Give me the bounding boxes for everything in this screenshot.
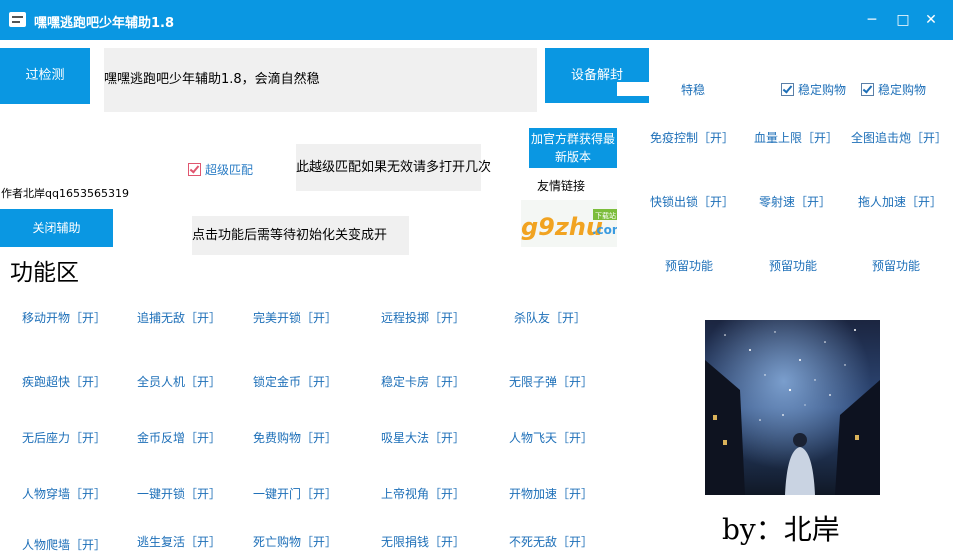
join-group-line2: 新版本	[554, 150, 591, 164]
stable-buy-checkbox-2[interactable]: 稳定购物	[861, 81, 926, 98]
stable-buy-checkbox-1[interactable]: 稳定购物	[781, 81, 846, 98]
feature-item[interactable]: 无限子弹［开］	[509, 373, 593, 390]
starry-sky-image	[705, 320, 880, 495]
close-assist-button[interactable]: 关闭辅助	[0, 209, 113, 247]
feature-item[interactable]: 移动开物［开］	[22, 309, 106, 326]
feature-item[interactable]: 全员人机［开］	[137, 373, 221, 390]
feature-fast-lock[interactable]: 快锁出锁［开］	[650, 193, 734, 210]
overlay-patch	[617, 82, 651, 96]
svg-text:.com: .com	[592, 223, 617, 237]
wait-hint-box: 点击功能后需等待初始化关变成开	[192, 216, 409, 255]
svg-text:g9zhu: g9zhu	[521, 213, 603, 241]
feature-item[interactable]: 逃生复活［开］	[137, 533, 221, 550]
feature-item[interactable]: 人物爬墙［开］	[22, 536, 106, 553]
feature-reserved-2[interactable]: 预留功能	[769, 257, 817, 274]
join-group-button[interactable]: 加官方群获得最 新版本	[529, 128, 617, 168]
window-title: 嘿嘿逃跑吧少年辅助1.8	[34, 16, 175, 31]
feature-item[interactable]: 上帝视角［开］	[381, 485, 465, 502]
super-match-hint-box: 此越级匹配如果无效请多打开几次	[296, 144, 491, 191]
super-match-label: 超级匹配	[205, 163, 254, 177]
feature-item[interactable]: 人物穿墙［开］	[22, 485, 106, 502]
author-label: 作者北岸qq1653565319	[1, 187, 129, 200]
feature-item[interactable]: 稳定卡房［开］	[381, 373, 465, 390]
section-title: 功能区	[10, 260, 79, 286]
detect-button[interactable]: 过检测	[0, 48, 90, 104]
feature-item[interactable]: 一键开门［开］	[253, 485, 337, 502]
feature-chase-cannon[interactable]: 全图追击炮［开］	[851, 129, 947, 146]
feature-item[interactable]: 吸星大法［开］	[381, 429, 465, 446]
title-bar: 嘿嘿逃跑吧少年辅助1.8 ─ □ ✕	[0, 0, 953, 40]
app-icon	[9, 12, 26, 27]
feature-item[interactable]: 无后座力［开］	[22, 429, 106, 446]
join-group-line1: 加官方群获得最	[530, 132, 615, 146]
feature-zero-fire-rate[interactable]: 零射速［开］	[759, 193, 831, 210]
stable-buy-label-1: 稳定购物	[798, 83, 847, 97]
maximize-button[interactable]: □	[893, 10, 913, 30]
checkbox-check-icon	[861, 83, 874, 96]
banner-text-box: 嘿嘿逃跑吧少年辅助1.8，会滴自然稳	[104, 48, 537, 112]
feature-hp-limit[interactable]: 血量上限［开］	[754, 129, 838, 146]
minimize-button[interactable]: ─	[862, 10, 882, 30]
feature-drag-speed[interactable]: 拖人加速［开］	[858, 193, 942, 210]
feature-item[interactable]: 追捕无敌［开］	[137, 309, 221, 326]
feature-item[interactable]: 金币反增［开］	[137, 429, 221, 446]
g9zhu-logo[interactable]: g9zhu .com 下载站	[521, 200, 617, 247]
starry-sky-illustration	[705, 320, 880, 495]
feature-item[interactable]: 无限捐钱［开］	[381, 533, 465, 550]
feature-item[interactable]: 开物加速［开］	[509, 485, 593, 502]
feature-item[interactable]: 人物飞天［开］	[509, 429, 593, 446]
feature-item[interactable]: 一键开锁［开］	[137, 485, 221, 502]
friend-links-label: 友情链接	[537, 179, 586, 193]
stable-label: 特稳	[681, 83, 706, 97]
g9zhu-logo-graphic: g9zhu .com 下载站	[521, 209, 617, 241]
signature: by：北岸	[722, 513, 840, 546]
stable-buy-label-2: 稳定购物	[878, 83, 927, 97]
close-window-button[interactable]: ✕	[921, 10, 941, 30]
feature-item[interactable]: 完美开锁［开］	[253, 309, 337, 326]
feature-item[interactable]: 杀队友［开］	[514, 309, 586, 326]
feature-item[interactable]: 远程投掷［开］	[381, 309, 465, 326]
svg-text:下载站: 下载站	[595, 211, 616, 220]
feature-immune-control[interactable]: 免疫控制［开］	[650, 129, 734, 146]
feature-item[interactable]: 死亡购物［开］	[253, 533, 337, 550]
feature-reserved-1[interactable]: 预留功能	[665, 257, 713, 274]
feature-item[interactable]: 锁定金币［开］	[253, 373, 337, 390]
feature-item[interactable]: 疾跑超快［开］	[22, 373, 106, 390]
checkbox-check-icon	[188, 163, 201, 176]
checkbox-check-icon	[781, 83, 794, 96]
feature-item[interactable]: 不死无敌［开］	[509, 533, 593, 550]
feature-item[interactable]: 免费购物［开］	[253, 429, 337, 446]
super-match-checkbox[interactable]: 超级匹配	[188, 161, 253, 178]
feature-reserved-3[interactable]: 预留功能	[872, 257, 920, 274]
